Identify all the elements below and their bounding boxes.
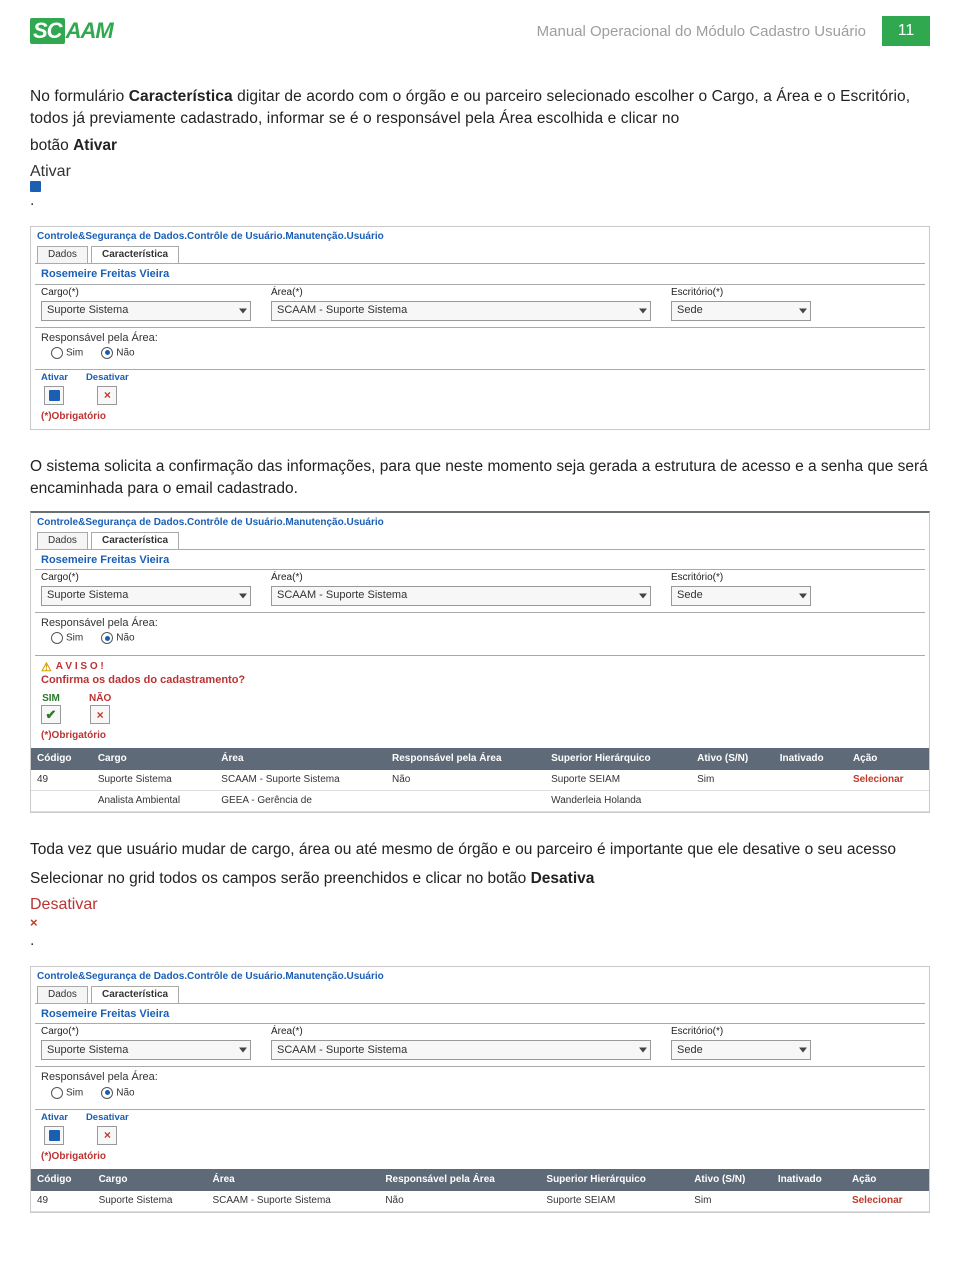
breadcrumb: Controle&Segurança de Dados.Contrôle de … bbox=[31, 513, 929, 531]
paragraph-1: No formulário Característica digitar de … bbox=[30, 86, 930, 131]
doc-header: SCAAM Manual Operacional do Módulo Cadas… bbox=[30, 16, 930, 46]
tab-caracteristica[interactable]: Característica bbox=[91, 532, 179, 549]
escritorio-select[interactable]: Sede bbox=[671, 1040, 811, 1060]
paragraph-1b: botão Ativar bbox=[30, 135, 930, 157]
chevron-down-icon bbox=[639, 593, 647, 598]
cargo-select[interactable]: Suporte Sistema bbox=[41, 1040, 251, 1060]
manual-title: Manual Operacional do Módulo Cadastro Us… bbox=[537, 23, 866, 40]
user-name-label: Rosemeire Freitas Vieira bbox=[31, 264, 929, 283]
save-disk-icon bbox=[30, 181, 930, 192]
ativar-button[interactable] bbox=[44, 1126, 64, 1145]
paragraph-2: O sistema solicita a confirmação das inf… bbox=[30, 456, 930, 501]
tab-caracteristica[interactable]: Característica bbox=[91, 246, 179, 263]
chevron-down-icon bbox=[239, 1048, 247, 1053]
grid-table: Código Cargo Área Responsável pela Área … bbox=[31, 1169, 929, 1212]
chevron-down-icon bbox=[799, 1048, 807, 1053]
close-x-icon: × bbox=[30, 914, 930, 932]
resp-nao-radio[interactable]: Não bbox=[101, 347, 134, 360]
chevron-down-icon bbox=[239, 593, 247, 598]
chevron-down-icon bbox=[799, 308, 807, 313]
tab-dados[interactable]: Dados bbox=[37, 246, 88, 263]
paragraph-4: Selecionar no grid todos os campos serão… bbox=[30, 868, 930, 890]
screenshot-form-2: Controle&Segurança de Dados.Contrôle de … bbox=[30, 511, 930, 814]
area-select[interactable]: SCAAM - Suporte Sistema bbox=[271, 301, 651, 321]
chevron-down-icon bbox=[639, 308, 647, 313]
breadcrumb: Controle&Segurança de Dados.Contrôle de … bbox=[31, 227, 929, 245]
resp-sim-radio[interactable]: Sim bbox=[51, 347, 83, 360]
brand-logo: SCAAM bbox=[30, 18, 113, 44]
ativar-button[interactable] bbox=[44, 386, 64, 405]
escritorio-select[interactable]: Sede bbox=[671, 586, 811, 606]
confirm-nao-button[interactable]: × bbox=[90, 705, 110, 724]
desativar-button[interactable]: × bbox=[97, 386, 117, 405]
resp-area-label: Responsável pela Área: bbox=[41, 332, 919, 345]
resp-nao-radio[interactable]: Não bbox=[101, 1087, 134, 1100]
cargo-select[interactable]: Suporte Sistema bbox=[41, 301, 251, 321]
tab-caracteristica[interactable]: Característica bbox=[91, 986, 179, 1003]
aviso-text: A V I S O ! bbox=[56, 661, 104, 673]
resp-sim-radio[interactable]: Sim bbox=[51, 1087, 83, 1100]
chevron-down-icon bbox=[799, 593, 807, 598]
paragraph-3: Toda vez que usuário mudar de cargo, áre… bbox=[30, 839, 930, 861]
warning-icon: ⚠ bbox=[41, 660, 52, 674]
chevron-down-icon bbox=[639, 1048, 647, 1053]
desativar-button[interactable]: × bbox=[97, 1126, 117, 1145]
table-row[interactable]: Analista Ambiental GEEA - Gerência de Wa… bbox=[31, 791, 929, 812]
selecionar-link[interactable]: Selecionar bbox=[847, 770, 929, 791]
area-select[interactable]: SCAAM - Suporte Sistema bbox=[271, 1040, 651, 1060]
confirm-question: Confirma os dados do cadastramento? bbox=[31, 674, 929, 691]
screenshot-form-1: Controle&Segurança de Dados.Contrôle de … bbox=[30, 226, 930, 429]
chevron-down-icon bbox=[239, 308, 247, 313]
confirm-sim-button[interactable]: ✔ bbox=[41, 705, 61, 724]
escritorio-select[interactable]: Sede bbox=[671, 301, 811, 321]
resp-sim-radio[interactable]: Sim bbox=[51, 632, 83, 645]
cargo-select[interactable]: Suporte Sistema bbox=[41, 586, 251, 606]
selecionar-link[interactable]: Selecionar bbox=[846, 1191, 929, 1212]
screenshot-form-3: Controle&Segurança de Dados.Contrôle de … bbox=[30, 966, 930, 1212]
page-number-badge: 11 bbox=[882, 16, 930, 46]
grid-table: Código Cargo Área Responsável pela Área … bbox=[31, 748, 929, 812]
tab-dados[interactable]: Dados bbox=[37, 532, 88, 549]
area-select[interactable]: SCAAM - Suporte Sistema bbox=[271, 586, 651, 606]
obrigatorio-note: (*)Obrigatório bbox=[31, 409, 929, 429]
resp-nao-radio[interactable]: Não bbox=[101, 632, 134, 645]
table-row[interactable]: 49 Suporte Sistema SCAAM - Suporte Siste… bbox=[31, 770, 929, 791]
tab-dados[interactable]: Dados bbox=[37, 986, 88, 1003]
table-row[interactable]: 49 Suporte Sistema SCAAM - Suporte Siste… bbox=[31, 1191, 929, 1212]
